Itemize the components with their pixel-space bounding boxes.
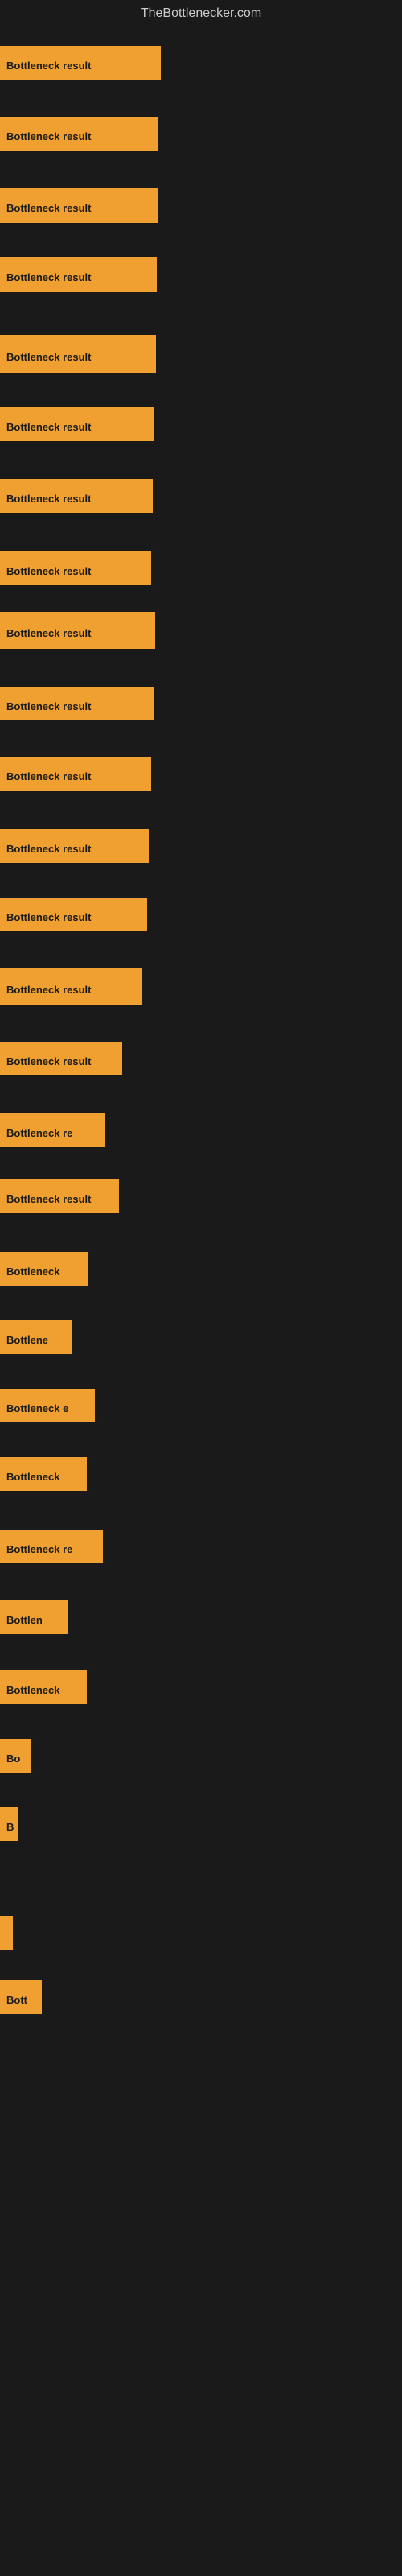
bottleneck-result-24: Bottleneck (0, 1670, 87, 1704)
bottleneck-result-27 (0, 1916, 13, 1950)
bottleneck-result-18: Bottleneck (0, 1252, 88, 1286)
bottleneck-result-4: Bottleneck result (0, 257, 157, 292)
bottleneck-result-19: Bottlene (0, 1320, 72, 1354)
bottleneck-result-26: B (0, 1807, 18, 1841)
bottleneck-result-28: Bott (0, 1980, 42, 2014)
bottleneck-result-14: Bottleneck result (0, 968, 142, 1005)
bottleneck-result-5: Bottleneck result (0, 335, 156, 373)
bottleneck-result-15: Bottleneck result (0, 1042, 122, 1075)
bottleneck-result-17: Bottleneck result (0, 1179, 119, 1213)
bottleneck-result-9: Bottleneck result (0, 612, 155, 649)
bottleneck-result-6: Bottleneck result (0, 407, 154, 441)
bottleneck-result-10: Bottleneck result (0, 687, 154, 720)
bottleneck-result-3: Bottleneck result (0, 188, 158, 223)
bottleneck-result-25: Bo (0, 1739, 31, 1773)
bottleneck-result-2: Bottleneck result (0, 117, 158, 151)
bottleneck-result-20: Bottleneck e (0, 1389, 95, 1422)
bottleneck-result-8: Bottleneck result (0, 551, 151, 585)
bottleneck-result-23: Bottlen (0, 1600, 68, 1634)
bottleneck-result-1: Bottleneck result (0, 46, 161, 80)
bottleneck-result-7: Bottleneck result (0, 479, 153, 513)
bottleneck-result-13: Bottleneck result (0, 898, 147, 931)
bottleneck-result-12: Bottleneck result (0, 829, 149, 863)
bottleneck-result-21: Bottleneck (0, 1457, 87, 1491)
bottleneck-result-11: Bottleneck result (0, 757, 151, 791)
bottleneck-result-22: Bottleneck re (0, 1530, 103, 1563)
site-title: TheBottlenecker.com (0, 0, 402, 27)
bottleneck-result-16: Bottleneck re (0, 1113, 105, 1147)
